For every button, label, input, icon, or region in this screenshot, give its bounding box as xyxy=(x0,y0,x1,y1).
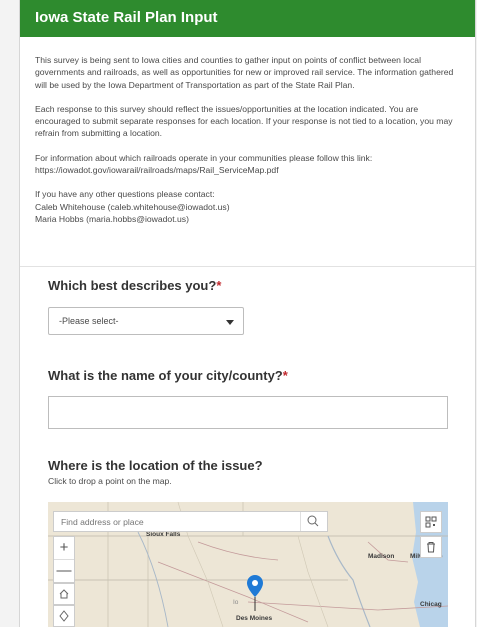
question-describes-label: Which best describes you?* xyxy=(48,278,221,293)
location-map[interactable]: Sioux Falls Madison Milwaukee Chicag Des… xyxy=(48,502,448,627)
city-county-input[interactable] xyxy=(48,396,448,429)
zoom-in-button[interactable]: + xyxy=(54,537,74,559)
locate-button[interactable] xyxy=(53,605,75,627)
required-mark: * xyxy=(216,278,222,293)
search-icon xyxy=(307,515,319,527)
survey-container: Iowa State Rail Plan Input This survey i… xyxy=(19,0,476,627)
section-divider xyxy=(20,266,475,267)
zoom-control: + — xyxy=(53,536,75,583)
question-text: Which best describes you? xyxy=(48,278,217,293)
zoom-out-button[interactable]: — xyxy=(54,559,74,582)
describes-select[interactable]: -Please select- xyxy=(48,307,244,335)
description-paragraph: This survey is being sent to Iowa cities… xyxy=(35,55,454,90)
survey-description: This survey is being sent to Iowa cities… xyxy=(35,54,460,225)
description-paragraph: Each response to this survey should refl… xyxy=(35,103,453,139)
map-search-input[interactable] xyxy=(54,512,309,531)
required-mark: * xyxy=(282,368,288,383)
map-search-box[interactable] xyxy=(53,511,328,532)
question-location-hint: Click to drop a point on the map. xyxy=(48,476,172,486)
home-icon xyxy=(59,589,69,599)
map-label-madison: Madison xyxy=(368,553,395,560)
map-pin-icon[interactable] xyxy=(247,575,263,611)
contact-line: Maria Hobbs (maria.hobbs@iowadot.us) xyxy=(35,213,189,224)
contact-intro: If you have any other questions please c… xyxy=(35,189,215,200)
home-button[interactable] xyxy=(53,583,75,605)
locate-icon xyxy=(59,610,69,622)
map-label-chicago: Chicag xyxy=(420,601,442,608)
select-value: -Please select- xyxy=(59,316,119,326)
map-label-sioux-falls: Sioux Falls xyxy=(146,531,181,538)
chevron-down-icon xyxy=(226,320,234,325)
question-text: What is the name of your city/county? xyxy=(48,368,283,383)
trash-icon xyxy=(427,542,435,553)
survey-header: Iowa State Rail Plan Input xyxy=(20,0,475,37)
delete-point-button[interactable] xyxy=(420,536,442,558)
qr-code-button[interactable] xyxy=(420,511,442,533)
question-location-label: Where is the location of the issue? xyxy=(48,458,263,473)
description-paragraph: For information about which railroads op… xyxy=(35,152,373,176)
qr-code-icon xyxy=(425,516,437,528)
map-label-des-moines: Des Moines xyxy=(236,615,273,622)
question-city-label: What is the name of your city/county?* xyxy=(48,368,288,383)
map-label-iowa: Io xyxy=(233,599,239,606)
survey-title: Iowa State Rail Plan Input xyxy=(35,9,218,26)
search-button[interactable] xyxy=(300,512,327,531)
contact-line: Caleb Whitehouse (caleb.whitehouse@iowad… xyxy=(35,201,230,212)
